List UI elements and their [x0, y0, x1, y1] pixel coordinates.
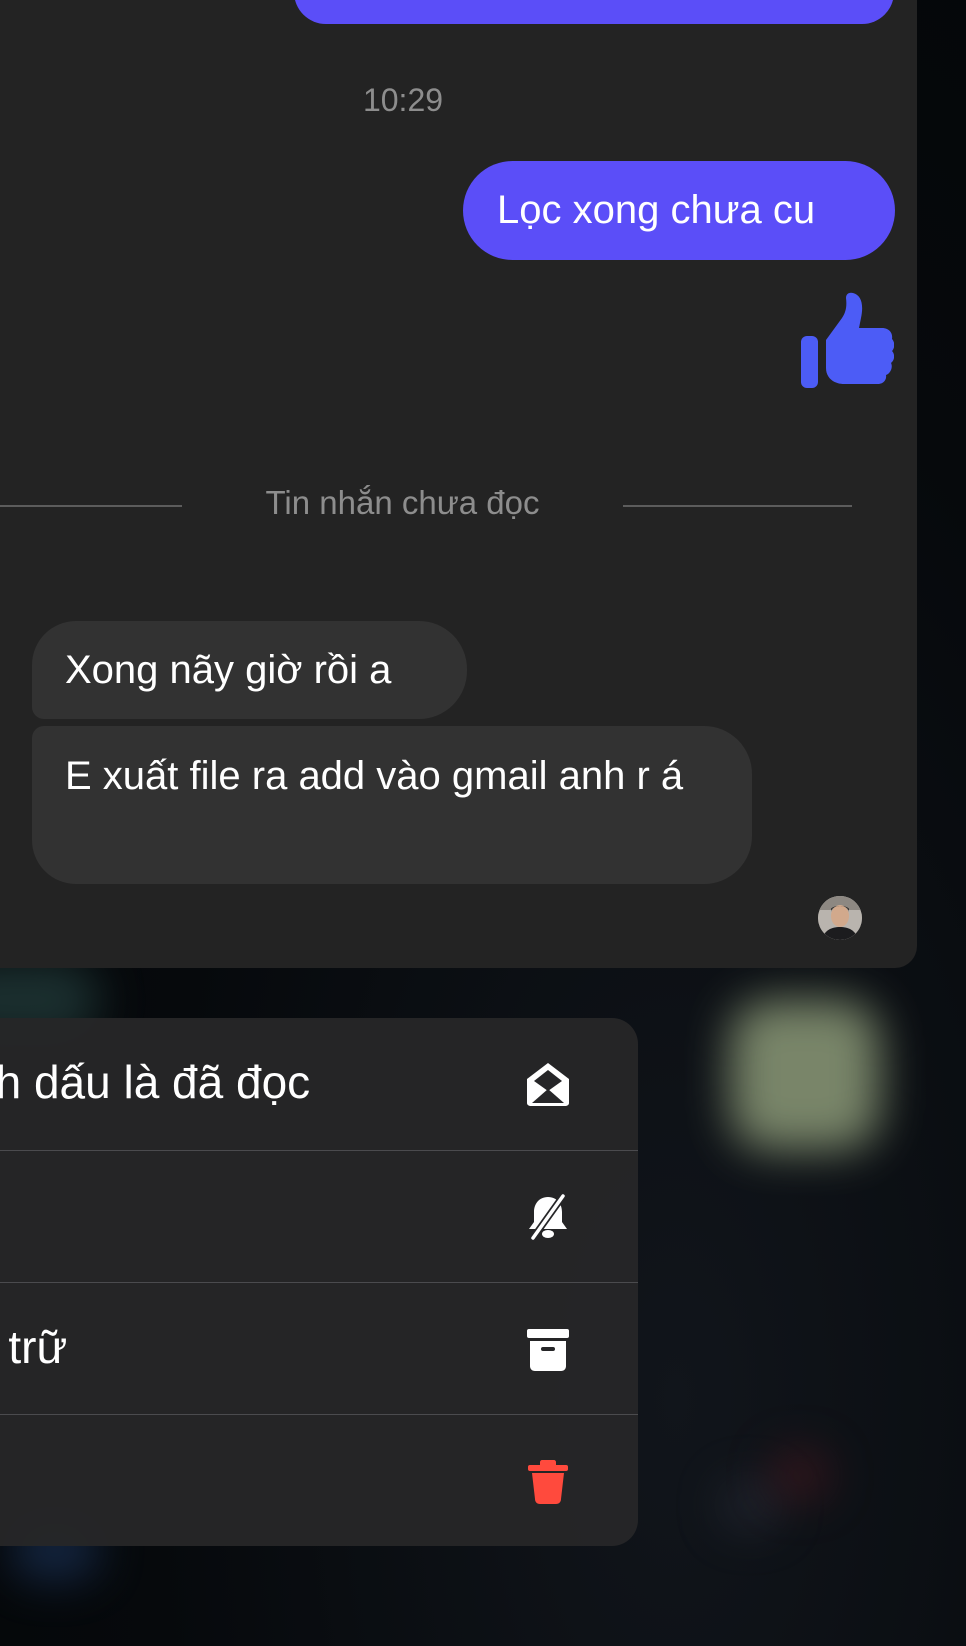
- unread-divider-line: [0, 505, 182, 507]
- background-blur: [720, 1480, 780, 1530]
- context-menu: nh dấu là đã đọc t u trữ: [0, 1018, 638, 1546]
- menu-item-label: u trữ: [0, 1321, 68, 1373]
- menu-item-mark-as-read[interactable]: nh dấu là đã đọc: [0, 1018, 638, 1150]
- background-blur: [730, 1000, 880, 1150]
- background-blur: [770, 1450, 830, 1500]
- message-bubble-incoming[interactable]: E xuất file ra add vào gmail anh r á: [32, 726, 752, 884]
- message-timestamp: 10:29: [362, 82, 444, 118]
- trash-icon: [528, 1460, 568, 1504]
- message-bubble-outgoing[interactable]: Lọc xong chưa cu: [463, 161, 895, 260]
- bell-slash-icon: [529, 1193, 567, 1241]
- avatar: [818, 896, 862, 940]
- menu-item-label: nh dấu là đã đọc: [0, 1056, 311, 1108]
- conversation-preview[interactable]: 10:29 Lọc xong chưa cu Tin nhắn chưa đọc…: [0, 0, 917, 968]
- envelope-open-icon: [527, 1063, 569, 1106]
- thumbs-up-icon[interactable]: [798, 292, 894, 392]
- menu-item-archive[interactable]: u trữ: [0, 1282, 638, 1414]
- unread-divider-line: [623, 505, 852, 507]
- message-bubble-incoming[interactable]: Xong nãy giờ rồi a: [32, 621, 467, 719]
- menu-item-mute[interactable]: t: [0, 1150, 638, 1282]
- archive-box-icon: [527, 1329, 569, 1371]
- screen: 10:29 Lọc xong chưa cu Tin nhắn chưa đọc…: [0, 0, 966, 1646]
- unread-divider-label: Tin nhắn chưa đọc: [265, 484, 540, 521]
- menu-item-delete[interactable]: a: [0, 1414, 638, 1546]
- message-bubble-outgoing-partial[interactable]: [294, 0, 894, 24]
